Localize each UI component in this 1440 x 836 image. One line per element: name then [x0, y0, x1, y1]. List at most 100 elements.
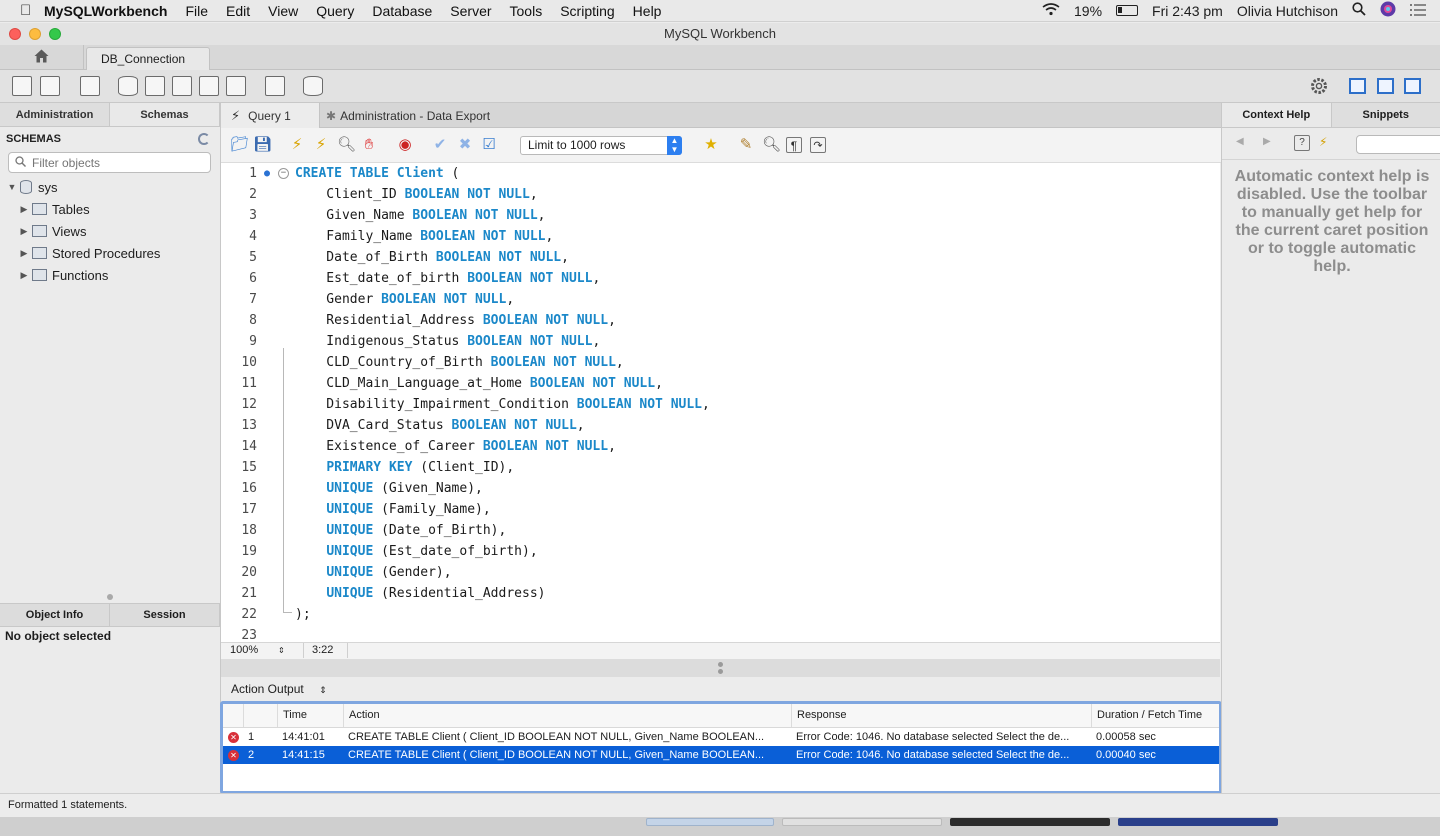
help-search-field[interactable] [1356, 135, 1440, 154]
tab-snippets[interactable]: Snippets [1331, 103, 1440, 127]
tree-item-functions[interactable]: ▶ Functions [0, 264, 220, 286]
execute-all-icon[interactable]: ⚡︎ [289, 137, 305, 153]
tab-context-help[interactable]: Context Help [1222, 103, 1332, 127]
home-tab[interactable] [0, 45, 84, 70]
code-line[interactable]: 19 UNIQUE (Est_date_of_birth), [221, 541, 1220, 562]
code-line[interactable]: 3 Given_Name BOOLEAN NOT NULL, [221, 205, 1220, 226]
code-line[interactable]: 11 CLD_Main_Language_at_Home BOOLEAN NOT… [221, 373, 1220, 394]
code-line[interactable]: 12 Disability_Impairment_Condition BOOLE… [221, 394, 1220, 415]
filter-objects-input[interactable] [32, 155, 202, 170]
col-response[interactable]: Response [791, 704, 1091, 727]
create-function-icon[interactable] [226, 76, 246, 96]
menu-help[interactable]: Help [624, 3, 671, 19]
explain-icon[interactable]: 🔍︎ [337, 137, 356, 153]
sidebar-splitter-handle[interactable] [107, 594, 113, 600]
back-arrow-icon[interactable]: ◀ [1236, 136, 1244, 147]
code-line[interactable]: 18 UNIQUE (Date_of_Birth), [221, 520, 1220, 541]
code-line[interactable]: 13 DVA_Card_Status BOOLEAN NOT NULL, [221, 415, 1220, 436]
create-table-icon[interactable] [145, 76, 165, 96]
tree-item-tables[interactable]: ▶ Tables [0, 198, 220, 220]
code-line[interactable]: 6 Est_date_of_birth BOOLEAN NOT NULL, [221, 268, 1220, 289]
add-snippet-star-icon[interactable]: ★ [703, 137, 719, 153]
code-line[interactable]: 4 Family_Name BOOLEAN NOT NULL, [221, 226, 1220, 247]
expand-arrow-icon[interactable]: ▶ [18, 270, 30, 281]
auto-commit-icon[interactable]: ☑ [481, 137, 497, 153]
save-script-icon[interactable]: 💾︎ [253, 137, 272, 153]
fold-toggle-icon[interactable]: − [278, 168, 289, 179]
stop-icon[interactable]: ✋︎ [361, 137, 377, 153]
menu-server[interactable]: Server [441, 3, 500, 19]
menu-edit[interactable]: Edit [217, 3, 259, 19]
wrap-lines-icon[interactable]: ↷ [810, 137, 826, 153]
notification-center-icon[interactable] [1410, 3, 1426, 19]
tab-object-info[interactable]: Object Info [0, 604, 110, 626]
output-row[interactable]: ✕ 1 14:41:01 CREATE TABLE Client ( Clien… [223, 728, 1219, 746]
tree-item-views[interactable]: ▶ Views [0, 220, 220, 242]
user-name[interactable]: Olivia Hutchison [1237, 3, 1338, 19]
code-line[interactable]: 10 CLD_Country_of_Birth BOOLEAN NOT NULL… [221, 352, 1220, 373]
code-line[interactable]: 21 UNIQUE (Residential_Address) [221, 583, 1220, 604]
minimize-window-button[interactable] [29, 28, 41, 40]
code-line[interactable]: 23 [221, 625, 1220, 642]
auto-help-icon[interactable]: ⚡︎ [1319, 135, 1327, 149]
new-sql-tab-icon[interactable] [12, 76, 32, 96]
col-action[interactable]: Action [343, 704, 791, 727]
refresh-schemas-icon[interactable] [198, 133, 210, 145]
expand-arrow-icon[interactable]: ▶ [18, 226, 30, 237]
menu-app-name[interactable]: MySQLWorkbench [30, 3, 176, 19]
expand-arrow-icon[interactable]: ▶ [18, 248, 30, 259]
commit-icon[interactable]: ✔ [432, 137, 448, 153]
open-file-icon[interactable]: 📁︎ [230, 137, 249, 153]
zoom-window-button[interactable] [49, 28, 61, 40]
code-line[interactable]: 17 UNIQUE (Family_Name), [221, 499, 1220, 520]
collapse-arrow-icon[interactable]: ▼ [6, 182, 18, 192]
close-window-button[interactable] [9, 28, 21, 40]
output-splitter[interactable] [221, 659, 1220, 677]
beautify-icon[interactable]: ✎ [738, 137, 754, 153]
zoom-selector[interactable]: 100% ⇕ [230, 643, 288, 658]
clock[interactable]: Fri 2:43 pm [1152, 3, 1223, 19]
toggle-sidebar-icon[interactable] [1349, 78, 1366, 94]
code-line[interactable]: 5 Date_of_Birth BOOLEAN NOT NULL, [221, 247, 1220, 268]
create-procedure-icon[interactable] [199, 76, 219, 96]
reconnect-icon[interactable] [303, 76, 323, 96]
code-line[interactable]: 8 Residential_Address BOOLEAN NOT NULL, [221, 310, 1220, 331]
menu-database[interactable]: Database [363, 3, 441, 19]
tab-query-1[interactable]: ⚡︎ Query 1 [221, 103, 320, 128]
preferences-gear-icon[interactable] [1310, 77, 1328, 98]
invisible-characters-icon[interactable]: ¶ [786, 137, 802, 153]
code-line[interactable]: 14 Existence_of_Career BOOLEAN NOT NULL, [221, 436, 1220, 457]
tab-session[interactable]: Session [110, 604, 220, 626]
execute-current-icon[interactable]: ⚡︎ [313, 137, 329, 153]
tab-schemas[interactable]: Schemas [110, 103, 220, 126]
col-duration[interactable]: Duration / Fetch Time [1091, 704, 1219, 727]
code-line[interactable]: 15 PRIMARY KEY (Client_ID), [221, 457, 1220, 478]
toggle-continue-on-error-icon[interactable]: ◉ [397, 137, 413, 153]
code-line[interactable]: 16 UNIQUE (Given_Name), [221, 478, 1220, 499]
search-table-data-icon[interactable] [265, 76, 285, 96]
tab-administration[interactable]: Administration [0, 103, 110, 126]
menu-file[interactable]: File [176, 3, 217, 19]
tab-data-export[interactable]: ✱ Administration - Data Export [326, 103, 526, 128]
menu-view[interactable]: View [259, 3, 307, 19]
rollback-icon[interactable]: ✖ [457, 137, 473, 153]
output-row-selected[interactable]: ✕ 2 14:41:15 CREATE TABLE Client ( Clien… [223, 746, 1219, 764]
code-line[interactable]: 1 ● − CREATE TABLE Client ( [221, 163, 1220, 184]
code-line[interactable]: 2 Client_ID BOOLEAN NOT NULL, [221, 184, 1220, 205]
code-line[interactable]: 22); [221, 604, 1220, 625]
connection-tab[interactable]: DB_Connection [86, 47, 210, 70]
menu-query[interactable]: Query [307, 3, 363, 19]
col-index[interactable] [243, 704, 277, 727]
toggle-secondary-sidebar-icon[interactable] [1404, 78, 1421, 94]
create-schema-icon[interactable] [118, 76, 138, 96]
siri-icon[interactable] [1380, 1, 1396, 20]
filter-objects-field[interactable] [8, 152, 211, 173]
forward-arrow-icon[interactable]: ▶ [1263, 136, 1271, 147]
code-line[interactable]: 9 Indigenous_Status BOOLEAN NOT NULL, [221, 331, 1220, 352]
find-replace-icon[interactable]: 🔍︎ [762, 137, 781, 153]
battery-icon[interactable] [1116, 5, 1139, 16]
create-view-icon[interactable] [172, 76, 192, 96]
spotlight-search-icon[interactable] [1352, 2, 1366, 19]
menu-scripting[interactable]: Scripting [551, 3, 623, 19]
menu-tools[interactable]: Tools [501, 3, 552, 19]
